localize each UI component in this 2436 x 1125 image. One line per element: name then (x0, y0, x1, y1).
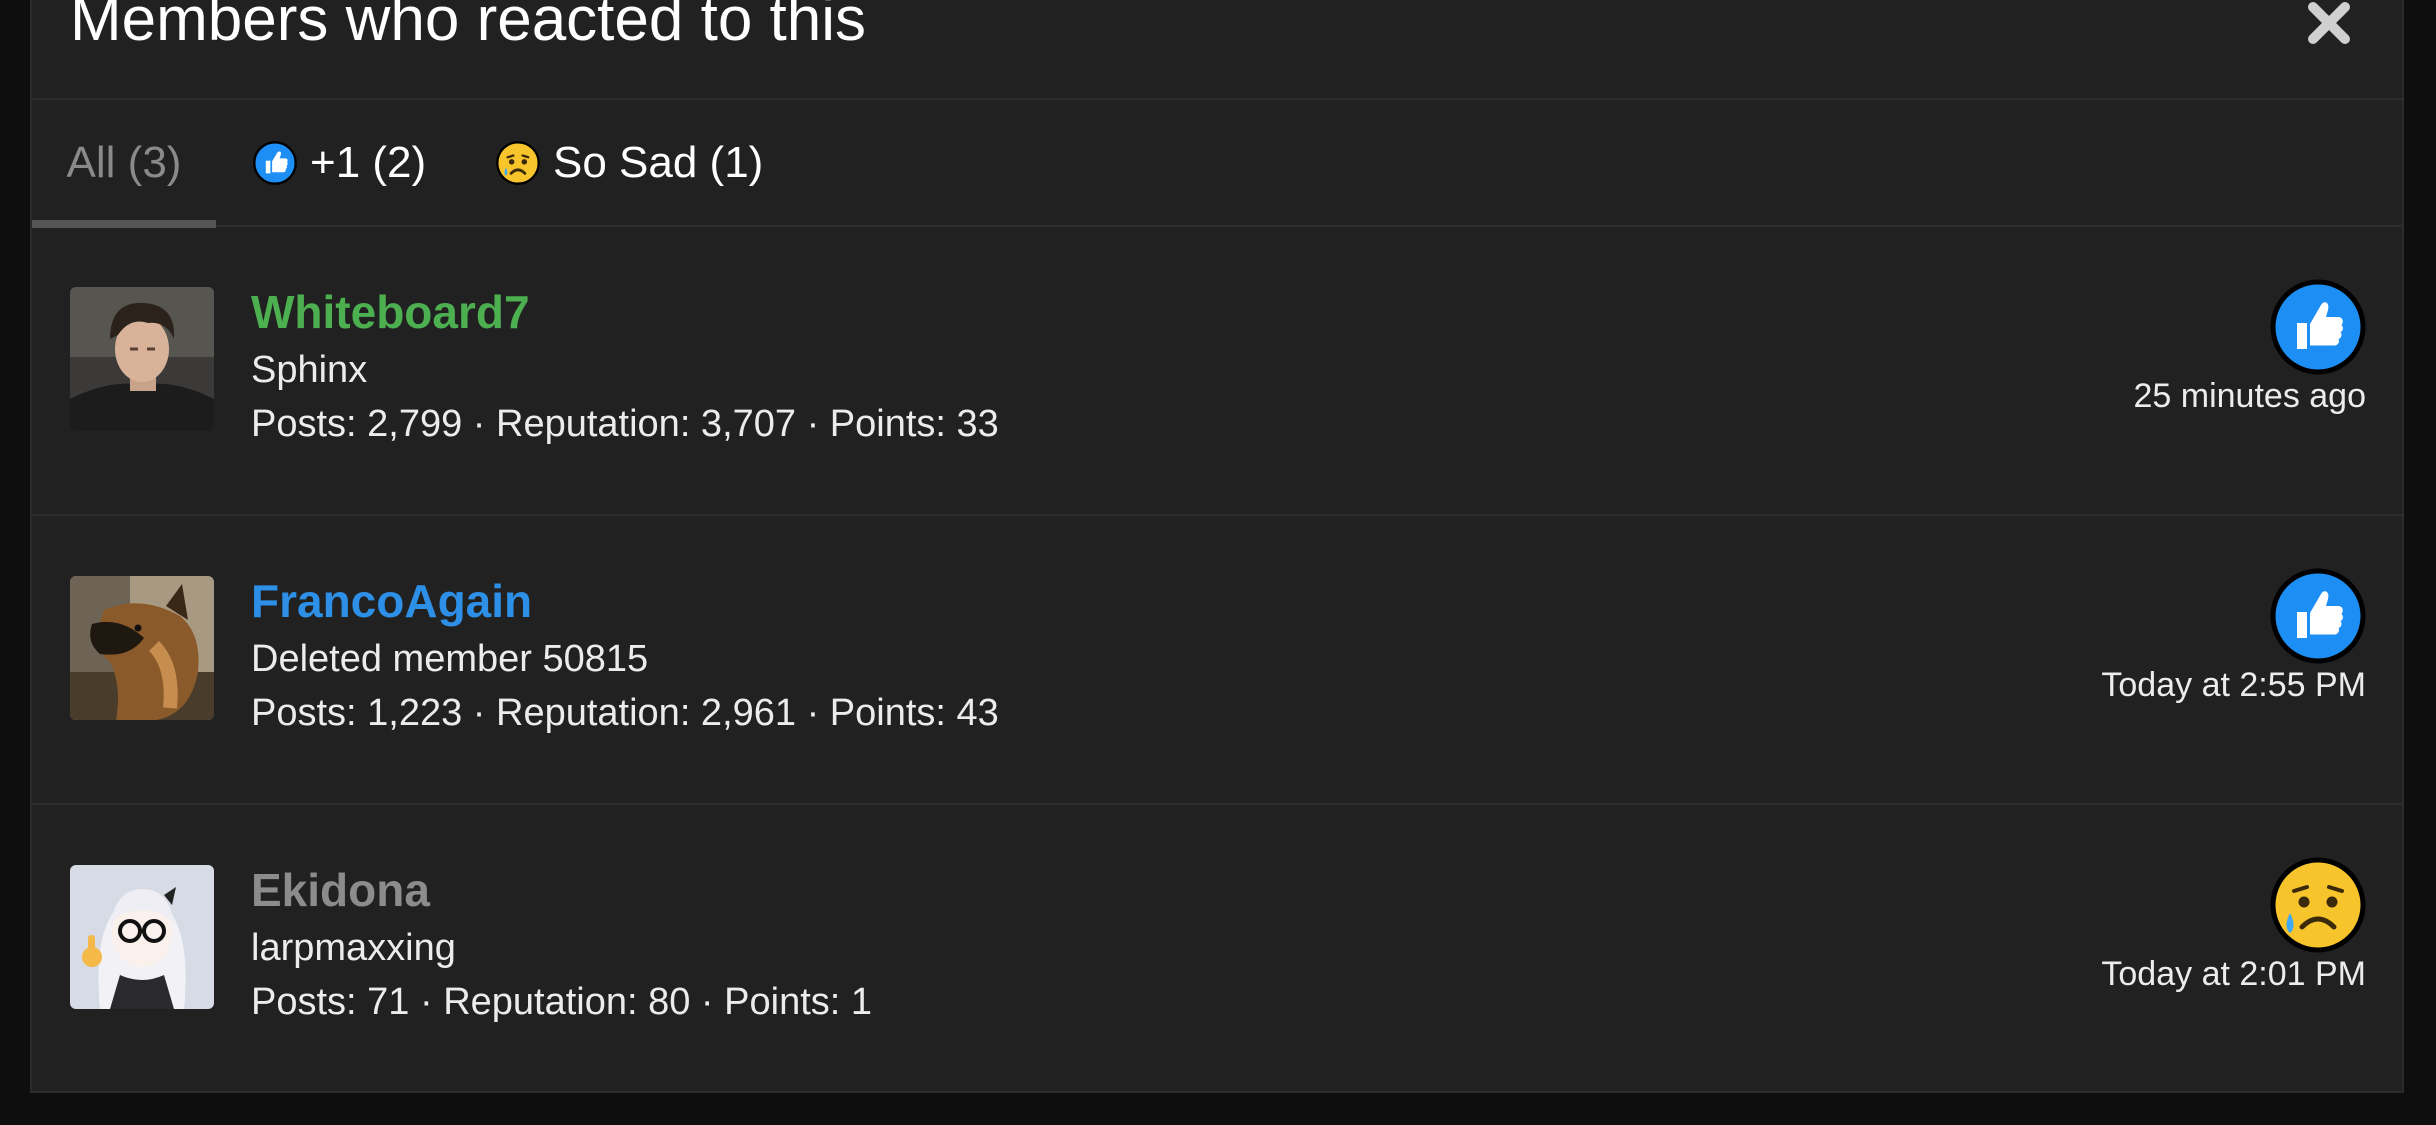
tab-so-sad[interactable]: So Sad (1) (495, 100, 763, 225)
user-stats: Posts: 1,223 · Reputation: 2,961 · Point… (251, 692, 999, 734)
close-icon (2308, 2, 2350, 44)
sad-face-icon (2270, 857, 2366, 953)
tab-so-sad-label: So Sad (1) (553, 137, 764, 187)
reaction-time[interactable]: Today at 2:55 PM (2101, 666, 2366, 705)
username-link[interactable]: Whiteboard7 (251, 285, 530, 339)
username-link[interactable]: FrancoAgain (251, 574, 532, 628)
avatar[interactable] (70, 576, 214, 720)
tab-all[interactable]: All (3) (32, 100, 216, 228)
modal-header: Members who reacted to this (32, 0, 2402, 100)
member-row: Ekidona larpmaxxing Posts: 71 · Reputati… (32, 805, 2402, 1091)
reaction-time[interactable]: 25 minutes ago (2134, 377, 2367, 416)
avatar[interactable] (70, 865, 214, 1009)
tab-all-label: All (3) (66, 137, 182, 187)
reaction-time[interactable]: Today at 2:01 PM (2101, 955, 2366, 994)
reactions-modal: Members who reacted to this All (3) +1 (… (30, 0, 2404, 1093)
user-title: Sphinx (251, 349, 368, 391)
avatar[interactable] (70, 287, 214, 431)
sad-face-icon (496, 140, 540, 185)
member-row: FrancoAgain Deleted member 50815 Posts: … (32, 516, 2402, 805)
thumbs-up-icon (2270, 568, 2366, 664)
tab-plus-one[interactable]: +1 (2) (252, 100, 426, 225)
modal-title: Members who reacted to this (70, 0, 867, 54)
close-button[interactable] (2304, 0, 2354, 48)
reaction-tabs: All (3) +1 (2) So Sad (1) (32, 100, 2402, 228)
user-title: larpmaxxing (251, 927, 456, 969)
user-stats: Posts: 2,799 · Reputation: 3,707 · Point… (251, 403, 999, 445)
member-row: Whiteboard7 Sphinx Posts: 2,799 · Reputa… (32, 227, 2402, 516)
thumbs-up-icon (2270, 279, 2366, 375)
username-link[interactable]: Ekidona (251, 863, 430, 917)
user-stats: Posts: 71 · Reputation: 80 · Points: 1 (251, 981, 873, 1023)
thumbs-up-icon (253, 140, 297, 185)
user-title: Deleted member 50815 (251, 638, 649, 680)
tab-plus-one-label: +1 (2) (310, 137, 427, 187)
